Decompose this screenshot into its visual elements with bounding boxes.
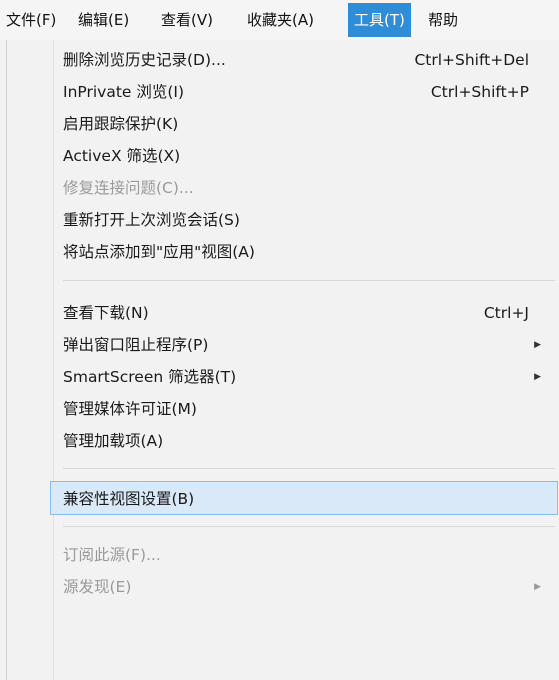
menu-item-label: 修复连接问题(C)... xyxy=(63,179,194,197)
submenu-arrow-icon: ▶ xyxy=(534,582,541,592)
submenu-arrow-icon: ▶ xyxy=(534,372,541,382)
menu-help[interactable]: 帮助 xyxy=(422,0,464,40)
menu-item-label: 查看下载(N) xyxy=(63,304,149,322)
menu-view[interactable]: 查看(V) xyxy=(155,0,219,40)
menu-item-label: 重新打开上次浏览会话(S) xyxy=(63,211,240,229)
menu-item-label: 删除浏览历史记录(D)... xyxy=(63,51,226,69)
menu-item-label: SmartScreen 筛选器(T) xyxy=(63,368,237,386)
menu-item-subscribe-feed: 订阅此源(F)... xyxy=(7,540,559,570)
menu-item-view-downloads[interactable]: 查看下载(N) Ctrl+J xyxy=(7,298,559,328)
submenu-arrow-icon: ▶ xyxy=(534,340,541,350)
menu-item-label: 将站点添加到"应用"视图(A) xyxy=(63,243,255,261)
menu-item-activex-filter[interactable]: ActiveX 筛选(X) xyxy=(7,141,559,171)
menu-item-shortcut: Ctrl+J xyxy=(483,304,529,322)
menu-item-label: 订阅此源(F)... xyxy=(63,546,161,564)
menu-item-label: 源发现(E) xyxy=(63,578,132,596)
menu-item-label: 兼容性视图设置(B) xyxy=(63,490,195,508)
menu-separator xyxy=(63,526,555,527)
menu-item-shortcut: Ctrl+Shift+P xyxy=(430,83,529,101)
menu-separator xyxy=(63,468,555,469)
menu-favorites[interactable]: 收藏夹(A) xyxy=(241,0,320,40)
menu-item-compatibility-view-settings[interactable]: 兼容性视图设置(B) xyxy=(50,481,558,515)
menu-item-label: 弹出窗口阻止程序(P) xyxy=(63,336,209,354)
menu-item-tracking-protection[interactable]: 启用跟踪保护(K) xyxy=(7,109,559,139)
menu-item-label: 启用跟踪保护(K) xyxy=(63,115,179,133)
menu-file[interactable]: 文件(F) xyxy=(0,0,62,40)
menu-bar: 文件(F) 编辑(E) 查看(V) 收藏夹(A) 工具(T) 帮助 xyxy=(0,0,559,40)
menu-item-smartscreen[interactable]: SmartScreen 筛选器(T) ▶ xyxy=(7,362,559,392)
menu-item-label: InPrivate 浏览(I) xyxy=(63,83,185,101)
menu-item-feed-discovery: 源发现(E) ▶ xyxy=(7,572,559,602)
menu-item-shortcut: Ctrl+Shift+Del xyxy=(414,51,529,69)
menu-item-add-site-to-apps[interactable]: 将站点添加到"应用"视图(A) xyxy=(7,237,559,267)
menu-edit[interactable]: 编辑(E) xyxy=(72,0,135,40)
tools-dropdown-menu: 删除浏览历史记录(D)... Ctrl+Shift+Del InPrivate … xyxy=(6,40,559,680)
menu-item-fix-connection: 修复连接问题(C)... xyxy=(7,173,559,203)
menu-tools[interactable]: 工具(T) xyxy=(348,3,411,37)
menu-item-popup-blocker[interactable]: 弹出窗口阻止程序(P) ▶ xyxy=(7,330,559,360)
menu-item-media-licenses[interactable]: 管理媒体许可证(M) xyxy=(7,394,559,424)
menu-item-inprivate[interactable]: InPrivate 浏览(I) Ctrl+Shift+P xyxy=(7,77,559,107)
menu-item-label: 管理媒体许可证(M) xyxy=(63,400,197,418)
menu-item-label: ActiveX 筛选(X) xyxy=(63,147,181,165)
menu-item-manage-addons[interactable]: 管理加载项(A) xyxy=(7,426,559,456)
menu-item-label: 管理加载项(A) xyxy=(63,432,164,450)
menu-item-reopen-session[interactable]: 重新打开上次浏览会话(S) xyxy=(7,205,559,235)
menu-item-delete-browsing-history[interactable]: 删除浏览历史记录(D)... Ctrl+Shift+Del xyxy=(7,45,559,75)
menu-separator xyxy=(63,280,555,281)
